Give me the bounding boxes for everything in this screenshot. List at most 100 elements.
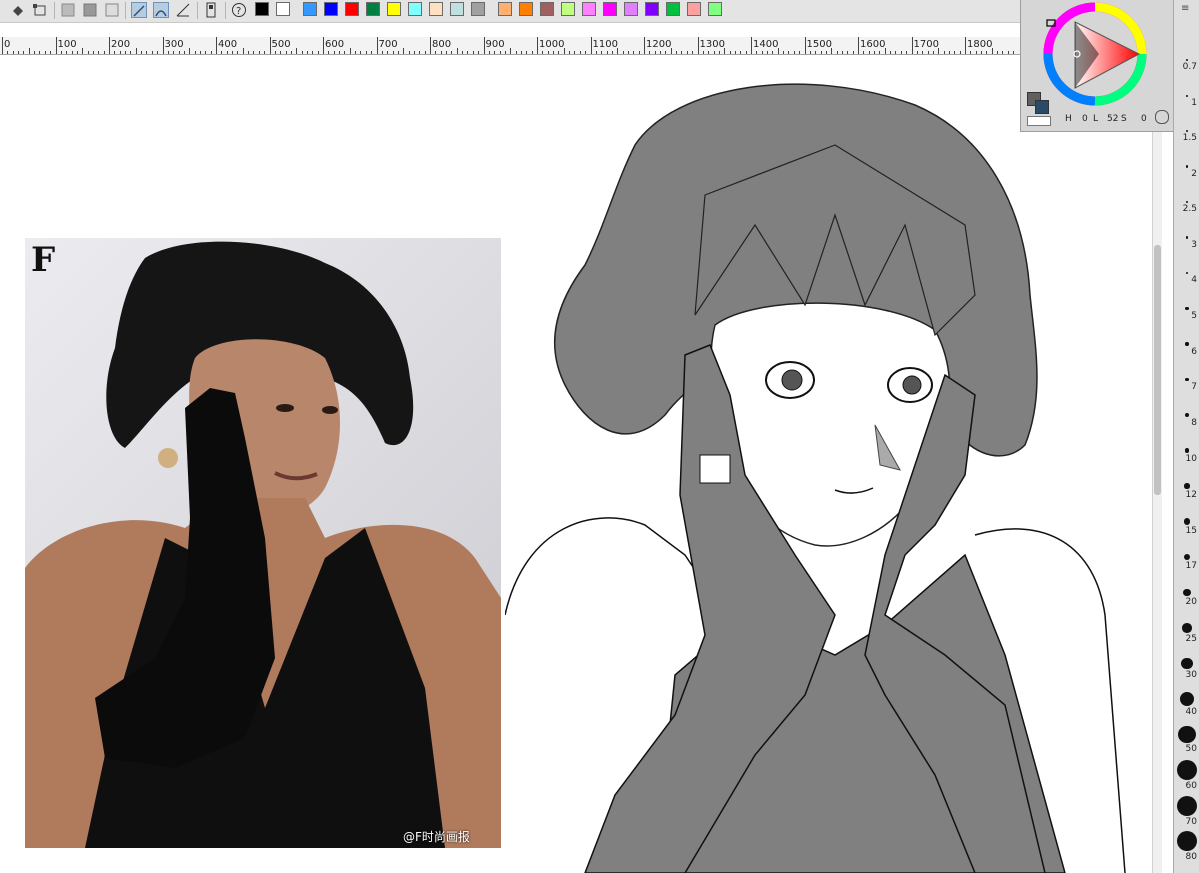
ruler-minor-tick [841, 51, 843, 54]
transform-icon[interactable] [32, 2, 48, 18]
brush-size-preset[interactable] [1174, 377, 1199, 382]
panel-menu-icon[interactable]: ≡ [1181, 3, 1189, 14]
scrollbar-thumb[interactable] [1154, 245, 1161, 495]
palette-swatch[interactable] [450, 2, 464, 16]
invert-selection-icon[interactable] [82, 2, 98, 18]
palette-swatch[interactable] [624, 2, 638, 16]
brush-size-preset[interactable] [1174, 94, 1199, 97]
palette-swatch[interactable] [366, 2, 380, 16]
select-all-icon[interactable] [60, 2, 76, 18]
tablet-settings-icon[interactable] [203, 2, 219, 18]
palette-swatch[interactable] [408, 2, 422, 16]
snap-special-ruler-icon[interactable] [153, 2, 169, 18]
snap-grid-icon[interactable] [175, 2, 191, 18]
brush-size-preset[interactable] [1174, 623, 1199, 633]
saturation-value[interactable]: 0 [1141, 114, 1147, 124]
palette-swatch[interactable] [345, 2, 359, 16]
palette-swatch[interactable] [387, 2, 401, 16]
palette-swatch[interactable] [582, 2, 596, 16]
ruler-minor-tick [92, 51, 94, 54]
ruler-minor-tick [761, 51, 763, 54]
brush-size-preset[interactable] [1174, 342, 1199, 346]
palette-swatch[interactable] [498, 2, 512, 16]
ruler-minor-tick [563, 48, 565, 54]
ruler-minor-tick [312, 51, 314, 54]
lightness-value[interactable]: 52 [1107, 114, 1118, 124]
help-icon[interactable]: ? [231, 2, 247, 18]
deselect-icon[interactable] [104, 2, 120, 18]
palette-swatch[interactable] [519, 2, 533, 16]
ruler-label: 1100 [592, 39, 618, 50]
brush-size-preset[interactable] [1174, 518, 1199, 525]
brush-size-preset[interactable] [1174, 271, 1199, 275]
ruler-minor-tick [740, 51, 742, 54]
transparent-color-swatch[interactable] [1027, 116, 1051, 126]
brush-size-preset[interactable] [1174, 448, 1199, 453]
ruler-minor-tick [724, 48, 726, 54]
ruler-minor-tick [221, 51, 223, 54]
palette-swatch[interactable] [561, 2, 575, 16]
brush-size-preset[interactable] [1174, 588, 1199, 597]
ruler-minor-tick [290, 51, 292, 54]
brush-size-preset[interactable] [1174, 760, 1199, 780]
palette-swatch[interactable] [276, 2, 290, 16]
brush-size-preset[interactable] [1174, 795, 1199, 816]
brush-size-label: 20 [1185, 597, 1197, 608]
fill-bucket-icon[interactable] [10, 2, 26, 18]
ruler-label: 600 [325, 39, 345, 50]
ruler-minor-tick [906, 51, 908, 54]
horizontal-ruler: 0 100 200 300 400 500 600 700 800 900 1000 1100 1200… [0, 37, 1020, 55]
brush-size-preset[interactable] [1174, 200, 1199, 204]
brush-size-dot [1183, 518, 1191, 525]
snap-ruler-icon[interactable] [131, 2, 147, 18]
brush-size-label: 10 [1185, 453, 1197, 464]
palette-swatch[interactable] [324, 2, 338, 16]
palette-swatch[interactable] [666, 2, 680, 16]
brush-size-preset[interactable] [1174, 725, 1199, 744]
palette-swatch[interactable] [708, 2, 722, 16]
color-wheel[interactable] [1039, 2, 1169, 114]
ruler-label: 1000 [539, 39, 565, 50]
ruler-minor-tick [339, 51, 341, 54]
brush-size-preset[interactable] [1174, 306, 1199, 311]
palette-swatch[interactable] [429, 2, 443, 16]
brush-size-preset[interactable] [1174, 483, 1199, 489]
ruler-minor-tick [317, 51, 319, 54]
brush-size-preset[interactable] [1174, 691, 1199, 707]
ruler-minor-tick [264, 51, 266, 54]
palette-swatch[interactable] [471, 2, 485, 16]
ruler-minor-tick [424, 51, 426, 54]
hue-value[interactable]: 0 [1082, 114, 1088, 124]
ruler-minor-tick [387, 51, 389, 54]
brush-size-preset[interactable] [1174, 59, 1199, 61]
brush-size-preset[interactable] [1174, 657, 1199, 670]
palette-swatch[interactable] [540, 2, 554, 16]
brush-size-dot [1182, 623, 1192, 633]
brush-size-preset[interactable] [1174, 165, 1199, 168]
ruler-major-tick [109, 37, 110, 54]
reference-photo: F @F时尚画报 [25, 238, 501, 848]
palette-swatch[interactable] [303, 2, 317, 16]
brush-size-preset[interactable] [1174, 236, 1199, 239]
palette-swatch[interactable] [687, 2, 701, 16]
ruler-minor-tick [199, 51, 201, 54]
brush-size-preset[interactable] [1174, 831, 1199, 851]
ruler-minor-tick [970, 51, 972, 54]
ruler-minor-tick [76, 51, 78, 54]
ruler-minor-tick [686, 51, 688, 54]
ruler-minor-tick [558, 51, 560, 54]
brush-size-preset[interactable] [1174, 130, 1199, 132]
ruler-minor-tick [71, 51, 73, 54]
palette-swatch[interactable] [255, 2, 269, 16]
brush-size-preset[interactable] [1174, 412, 1199, 418]
ruler-minor-tick [456, 48, 458, 54]
wheel-mode-icon[interactable] [1155, 110, 1169, 124]
palette-swatch[interactable] [645, 2, 659, 16]
sub-color-swatch[interactable] [1035, 100, 1049, 114]
brush-size-preset[interactable] [1174, 553, 1199, 561]
palette-swatch[interactable] [603, 2, 617, 16]
ruler-minor-tick [948, 51, 950, 54]
ruler-minor-tick [553, 51, 555, 54]
canvas-vertical-scrollbar[interactable] [1152, 55, 1162, 873]
ruler-minor-tick [28, 48, 30, 54]
